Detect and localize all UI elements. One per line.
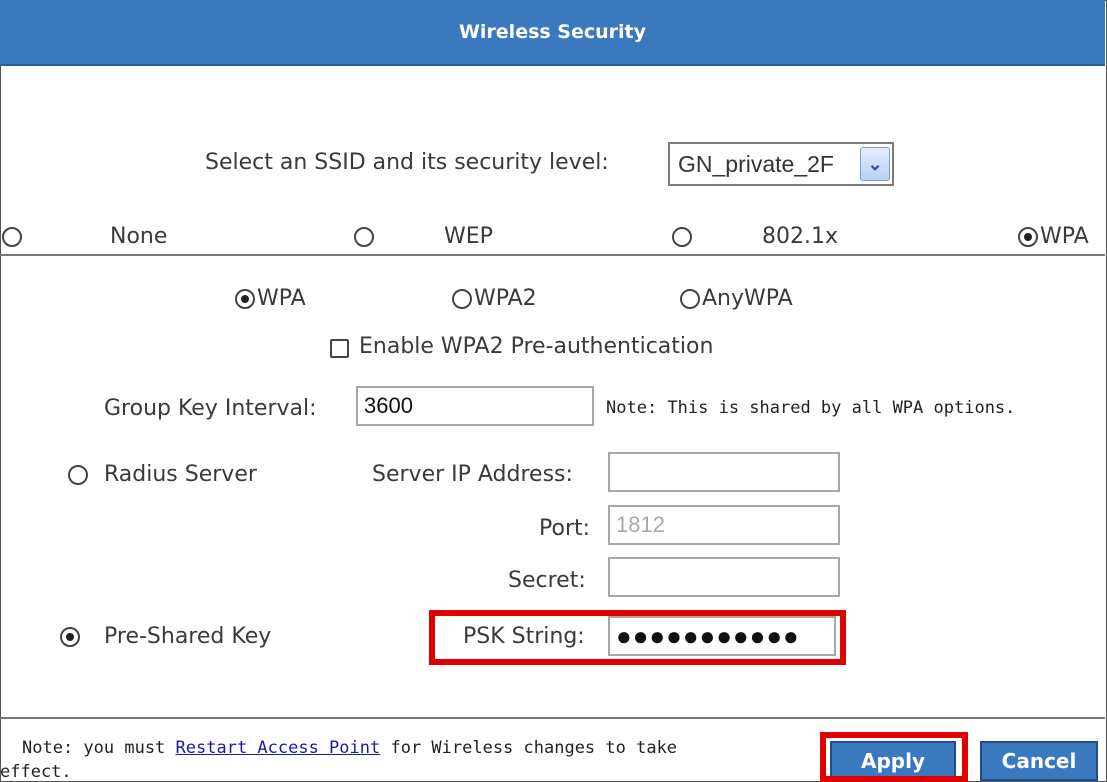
ssid-label: Select an SSID and its security level: [205,150,609,175]
restart-access-point-link[interactable]: Restart Access Point [176,738,381,758]
ssid-selected-value: GN_private_2F [678,151,834,177]
radius-server-radio[interactable] [68,465,88,485]
security-wep-label: WEP [444,224,493,249]
radius-server-label: Radius Server [104,462,257,487]
group-key-note: Note: This is shared by all WPA options. [606,398,1016,418]
group-key-input[interactable] [356,386,594,426]
preauth-label: Enable WPA2 Pre-authentication [359,334,714,359]
restart-note: Note: you must Restart Access Point for … [22,738,677,758]
security-wpa-radio[interactable] [1018,227,1038,247]
restart-note-suffix: for Wireless changes to take [380,738,678,758]
security-8021x-label: 802.1x [762,224,839,249]
group-key-label: Group Key Interval: [104,396,317,421]
divider [0,254,1105,256]
security-wpa-label: WPA [1040,224,1089,249]
psk-highlight-box [429,610,846,665]
apply-highlight-box [820,732,968,782]
security-wep-radio[interactable] [354,227,374,247]
secret-input[interactable] [608,557,840,597]
ssid-select[interactable]: GN_private_2F ⌄ [668,142,894,186]
preauth-checkbox[interactable] [330,339,349,358]
wpa-mode-wpa2-label: WPA2 [474,286,537,311]
restart-note-line2: effect. [0,762,72,782]
chevron-down-icon[interactable]: ⌄ [860,147,890,181]
restart-note-prefix: Note: you must [22,738,176,758]
psk-label: Pre-Shared Key [104,624,272,649]
security-8021x-radio[interactable] [672,227,692,247]
psk-radio[interactable] [60,627,80,647]
security-none-radio[interactable] [2,227,22,247]
security-none-label: None [110,224,168,249]
port-label: Port: [539,516,591,541]
secret-label: Secret: [508,568,586,593]
server-ip-label: Server IP Address: [372,462,573,487]
wpa-mode-anywpa-radio[interactable] [680,289,700,309]
cancel-button[interactable]: Cancel [980,741,1098,781]
server-ip-input[interactable] [608,452,840,492]
wpa-mode-anywpa-label: AnyWPA [702,286,793,311]
wpa-mode-wpa-label: WPA [257,286,306,311]
wpa-mode-wpa-radio[interactable] [235,289,255,309]
wpa-mode-wpa2-radio[interactable] [452,289,472,309]
footer-divider [0,717,1105,719]
port-input[interactable] [608,505,840,545]
panel-title: Wireless Security [0,0,1105,66]
